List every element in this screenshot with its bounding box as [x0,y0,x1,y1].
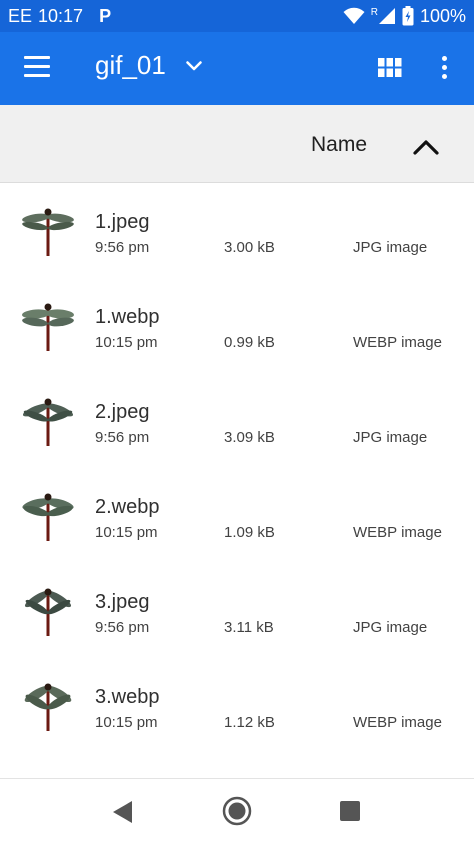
file-type: JPG image [353,429,428,446]
file-row-partial[interactable] [0,754,474,778]
grid-view-icon[interactable] [378,58,402,78]
home-circle-icon[interactable] [222,796,252,826]
file-size: 3.00 kB [224,239,275,256]
clock: 10:17 [38,5,84,26]
chevron-down-icon [186,60,202,70]
file-size: 3.09 kB [224,429,275,446]
file-name: 3.webp [95,686,160,708]
file-time: 9:56 pm [95,239,150,256]
dragonfly-thumbnail-icon [24,683,72,731]
folder-title: gif_01 [95,50,166,80]
dragonfly-thumbnail-icon [22,398,74,446]
file-list: 1.jpeg 9:56 pm 3.00 kB JPG image 1.webp … [0,184,474,778]
hamburger-menu-icon[interactable] [24,56,50,78]
recents-square-icon[interactable] [340,801,360,821]
file-row[interactable]: 2.jpeg 9:56 pm 3.09 kB JPG image [0,374,474,469]
file-name: 1.jpeg [95,211,150,233]
sort-header: Name [0,105,474,183]
file-name: 1.webp [95,306,160,328]
file-size: 3.11 kB [224,619,274,636]
battery-icon [402,6,414,26]
dragonfly-thumbnail-icon [22,493,74,541]
file-type: JPG image [353,239,428,256]
file-time: 10:15 pm [95,524,158,541]
system-nav-bar [0,778,474,842]
signal-icon [378,8,395,24]
status-left: EE 10:17 P [8,6,111,27]
more-vert-icon[interactable] [440,56,448,80]
file-time: 9:56 pm [95,619,150,636]
roaming-indicator: R [370,6,378,18]
file-row[interactable]: 1.jpeg 9:56 pm 3.00 kB JPG image [0,184,474,279]
dragonfly-thumbnail-icon [24,588,72,636]
wifi-icon [343,7,365,24]
app-bar: gif_01 [0,32,474,105]
dragonfly-thumbnail-icon [22,208,74,256]
file-type: JPG image [353,619,428,636]
file-type: WEBP image [353,334,442,351]
sort-by-name-button[interactable]: Name [311,133,367,157]
file-time: 10:15 pm [95,334,158,351]
file-row[interactable]: 2.webp 10:15 pm 1.09 kB WEBP image [0,469,474,564]
file-row[interactable]: 3.jpeg 9:56 pm 3.11 kB JPG image [0,564,474,659]
file-name: 2.webp [95,496,160,518]
dragonfly-thumbnail-icon [22,303,74,351]
file-name: 2.jpeg [95,401,150,423]
file-row[interactable]: 1.webp 10:15 pm 0.99 kB WEBP image [0,279,474,374]
file-size: 1.09 kB [224,524,275,541]
carrier-name: EE [8,5,33,26]
file-size: 1.12 kB [224,714,275,731]
file-type: WEBP image [353,524,442,541]
chevron-up-icon[interactable] [412,138,440,156]
folder-title-dropdown[interactable]: gif_01 [95,50,202,81]
back-triangle-icon[interactable] [112,800,134,824]
file-size: 0.99 kB [224,334,275,351]
parking-p-icon: P [99,5,112,26]
status-bar: EE 10:17 P R 100% [0,0,474,32]
file-row[interactable]: 3.webp 10:15 pm 1.12 kB WEBP image [0,659,474,754]
battery-percent: 100% [419,5,466,26]
status-right: R 100% [343,6,466,27]
file-type: WEBP image [353,714,442,731]
file-time: 9:56 pm [95,429,150,446]
file-name: 3.jpeg [95,591,150,613]
file-time: 10:15 pm [95,714,158,731]
